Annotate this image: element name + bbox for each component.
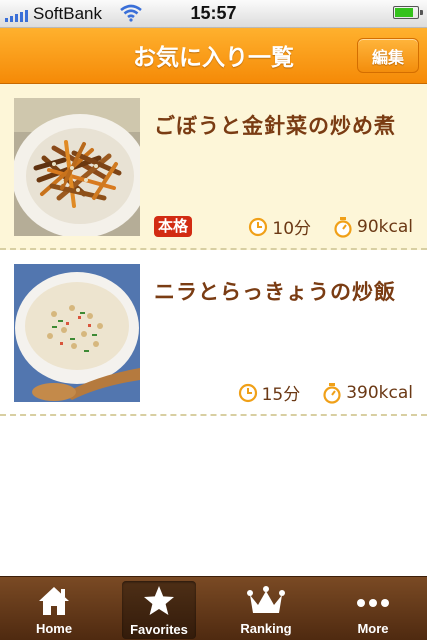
- clock-icon: [238, 383, 257, 402]
- calorie-icon: [334, 216, 352, 238]
- tab-label: Ranking: [240, 621, 292, 636]
- list-item[interactable]: ニラとらっきょうの炒飯 15分 390kcal: [0, 250, 427, 416]
- recipe-title: ごぼうと金針菜の炒め煮: [154, 114, 396, 138]
- calorie-icon: [323, 382, 341, 404]
- navigation-bar: お気に入り一覧 編集: [0, 28, 427, 84]
- recipe-photo: [14, 98, 140, 236]
- tab-bar: Home Favorites Ranking More: [0, 576, 427, 640]
- calories: 90kcal: [357, 216, 413, 237]
- tab-label: Favorites: [130, 622, 188, 637]
- cooking-time: 15分: [261, 385, 301, 405]
- home-icon: [39, 587, 69, 615]
- recipe-title: ニラとらっきょうの炒飯: [154, 280, 396, 304]
- tab-label: More: [357, 621, 389, 636]
- calories: 390kcal: [346, 382, 413, 403]
- recipe-meta: 10分 90kcal: [248, 214, 413, 239]
- favorites-list: ごぼうと金針菜の炒め煮 本格 10分 90kcal ニラとらっきょうの炒飯 15…: [0, 84, 427, 416]
- edit-button[interactable]: 編集: [357, 38, 419, 73]
- tab-ranking[interactable]: Ranking: [216, 577, 316, 641]
- tab-more[interactable]: More: [323, 577, 423, 641]
- recipe-meta: 15分 390kcal: [238, 380, 413, 405]
- authentic-badge: 本格: [154, 216, 193, 237]
- crown-icon: [247, 586, 285, 613]
- tab-home[interactable]: Home: [4, 577, 104, 641]
- list-item[interactable]: ごぼうと金針菜の炒め煮 本格 10分 90kcal: [0, 84, 427, 250]
- star-icon: [144, 586, 174, 615]
- more-dots-icon: [357, 599, 389, 607]
- status-bar: SoftBank 15:57: [0, 0, 427, 28]
- clock-icon: [249, 217, 268, 236]
- tab-favorites[interactable]: Favorites: [122, 581, 196, 639]
- recipe-photo: [14, 264, 140, 402]
- tab-label: Home: [35, 621, 73, 636]
- battery-icon: [393, 6, 423, 19]
- status-time: 15:57: [190, 3, 237, 23]
- cooking-time: 10分: [272, 219, 312, 239]
